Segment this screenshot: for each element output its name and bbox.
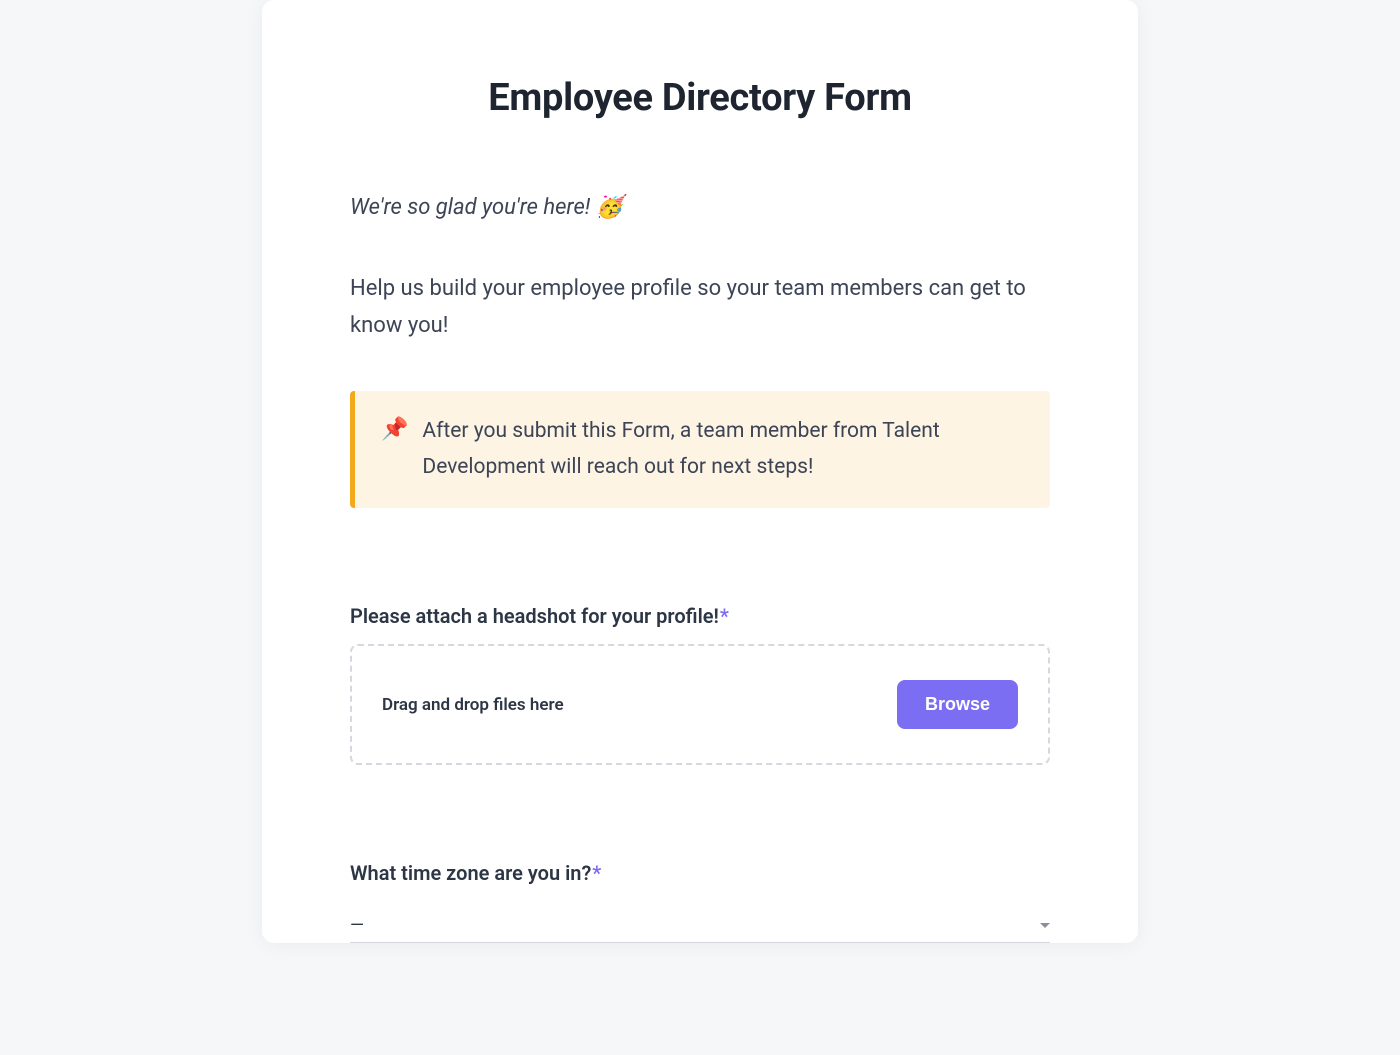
headshot-label: Please attach a headshot for your profil… xyxy=(350,604,1050,628)
callout-text: After you submit this Form, a team membe… xyxy=(422,413,1020,487)
timezone-select[interactable]: — xyxy=(350,915,1050,943)
browse-button[interactable]: Browse xyxy=(897,680,1018,729)
required-marker: * xyxy=(720,604,729,628)
welcome-text: We're so glad you're here! 🥳 xyxy=(350,192,1050,224)
timezone-label: What time zone are you in?* xyxy=(350,861,1050,885)
required-marker: * xyxy=(592,861,601,885)
dropzone-text: Drag and drop files here xyxy=(382,695,564,715)
form-card: Employee Directory Form We're so glad yo… xyxy=(262,0,1138,943)
timezone-select-value: — xyxy=(350,915,364,936)
chevron-down-icon xyxy=(1040,923,1050,928)
timezone-label-text: What time zone are you in? xyxy=(350,861,591,885)
info-callout: 📌 After you submit this Form, a team mem… xyxy=(350,391,1050,509)
description-text: Help us build your employee profile so y… xyxy=(350,270,1050,345)
headshot-dropzone[interactable]: Drag and drop files here Browse xyxy=(350,644,1050,765)
timezone-field: What time zone are you in?* — xyxy=(350,861,1050,943)
headshot-field: Please attach a headshot for your profil… xyxy=(350,604,1050,765)
pushpin-icon: 📌 xyxy=(381,413,408,447)
form-title: Employee Directory Form xyxy=(350,76,1050,120)
headshot-label-text: Please attach a headshot for your profil… xyxy=(350,604,719,628)
